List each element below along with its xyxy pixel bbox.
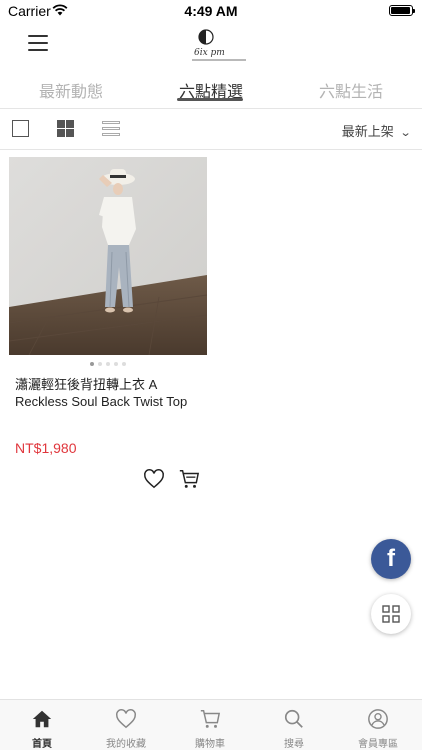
bottom-navigation: 首頁 我的收藏 購物車 搜尋 會員專區 [0,699,422,750]
hamburger-menu-button[interactable] [28,35,48,51]
list-line [102,127,120,130]
menu-line [28,42,48,44]
nav-favorites-label: 我的收藏 [106,739,146,750]
chevron-down-icon: ⌄ [399,127,412,139]
nav-cart[interactable]: 購物車 [168,700,252,750]
nav-account-label: 會員專區 [358,739,398,750]
nav-account[interactable]: 會員專區 [336,700,420,750]
product-card[interactable]: 瀟灑輕狂後背扭轉上衣 A Reckless Soul Back Twist To… [9,157,207,497]
sort-label: 最新上架 [341,124,394,139]
category-tabs: 最新動態 六點精選 六點生活 [0,72,422,108]
product-image[interactable] [9,157,207,355]
product-price: NT$1,980 [15,440,77,456]
app-header: 6ix pm [0,22,422,68]
grid-cell [66,129,74,137]
facebook-button[interactable]: f [371,539,411,579]
nav-cart-label: 購物車 [195,739,225,750]
nav-favorites[interactable]: 我的收藏 [84,700,168,750]
list-view-button[interactable] [102,121,120,136]
account-icon [368,709,388,729]
nav-search[interactable]: 搜尋 [252,700,336,750]
list-line [102,121,120,124]
nav-home[interactable]: 首頁 [0,700,84,750]
divider [0,149,422,150]
cart-icon [200,710,221,728]
battery-icon [389,5,415,16]
menu-line [28,49,48,51]
pagination-dot[interactable] [114,362,118,366]
grid-cell [57,120,65,128]
nav-home-label: 首頁 [32,739,52,750]
pagination-dot[interactable] [90,362,94,366]
product-name[interactable]: 瀟灑輕狂後背扭轉上衣 A Reckless Soul Back Twist To… [15,376,207,410]
grid-cell [66,120,74,128]
pagination-dot[interactable] [106,362,110,366]
product-photo [9,157,207,355]
grid-icon [382,605,400,623]
tab-latest-news[interactable]: 最新動態 [39,78,103,102]
tab-six-life[interactable]: 六點生活 [319,78,383,102]
heart-icon [116,709,136,729]
image-pagination-dots[interactable] [9,362,207,366]
active-tab-indicator [177,98,243,101]
logo-wordmark: 6ix pm [194,48,225,58]
grid-cell [57,129,65,137]
sort-dropdown[interactable]: 最新上架 ⌄ [341,121,412,140]
cart-icon [179,470,200,488]
menu-line [28,35,48,37]
status-bar: Carrier 4:49 AM [0,0,422,22]
nav-search-label: 搜尋 [284,739,304,750]
add-to-wishlist-button[interactable] [143,468,165,490]
home-icon [32,710,52,728]
view-toolbar: 最新上架 ⌄ [0,108,422,150]
single-view-button[interactable] [12,120,29,137]
add-to-cart-button[interactable] [178,468,200,490]
pagination-dot[interactable] [122,362,126,366]
heart-icon [144,469,164,489]
status-time: 4:49 AM [184,3,238,19]
facebook-icon: f [387,545,395,572]
app-grid-button[interactable] [371,594,411,634]
search-icon [284,709,303,728]
pagination-dot[interactable] [98,362,102,366]
list-line [102,133,120,136]
grid-view-button[interactable] [57,120,74,137]
battery-level [391,7,410,14]
brand-logo[interactable]: 6ix pm [186,28,250,62]
